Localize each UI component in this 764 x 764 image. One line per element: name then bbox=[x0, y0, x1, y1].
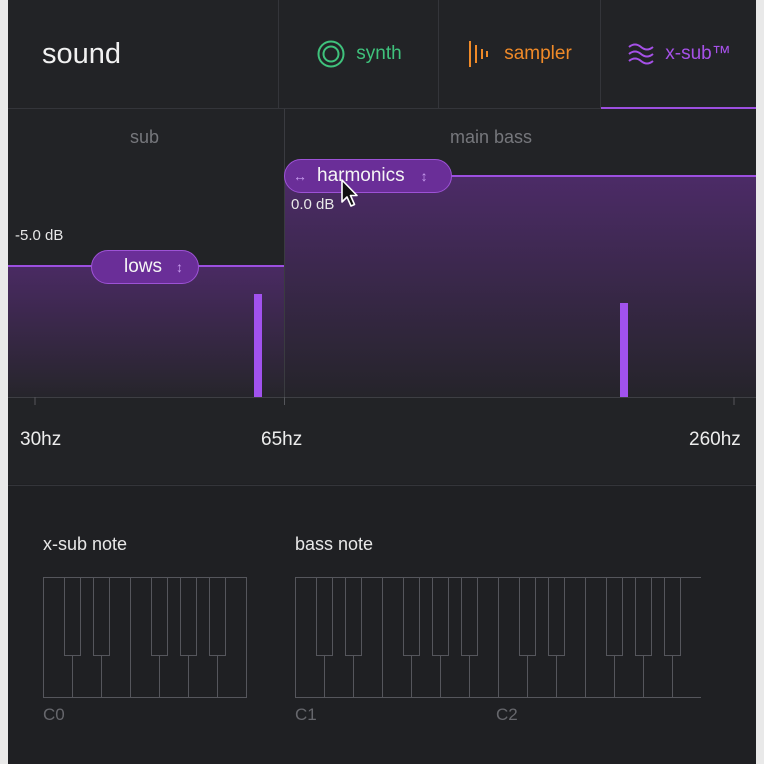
x-sub-note-keyboard[interactable] bbox=[43, 577, 247, 699]
bass-note-title: bass note bbox=[295, 534, 374, 554]
black-key[interactable] bbox=[461, 577, 478, 656]
black-key[interactable] bbox=[403, 577, 420, 656]
octave-label-c0: C0 bbox=[43, 705, 65, 724]
black-key[interactable] bbox=[316, 577, 333, 656]
lows-handle[interactable]: lows ↕ bbox=[91, 250, 199, 284]
mouse-cursor-icon bbox=[341, 179, 358, 207]
frequency-graph: sub main bass -5.0 dB 0.0 dB lows ↕ ↔ ha… bbox=[8, 109, 756, 484]
lows-handle-label: lows bbox=[124, 256, 163, 277]
section-label-main-bass: main bass bbox=[450, 127, 533, 147]
vertical-arrows-icon: ↕ bbox=[420, 168, 428, 184]
keyboard-section: x-sub note bass note C0 C1 C2 bbox=[8, 485, 756, 764]
tab-x-sub[interactable]: x-sub™ bbox=[600, 0, 756, 109]
black-key[interactable] bbox=[209, 577, 226, 656]
freq-label-260hz: 260hz bbox=[689, 429, 741, 450]
octave-label-c1: C1 bbox=[295, 705, 317, 724]
black-key[interactable] bbox=[635, 577, 652, 656]
sub-level-readout: -5.0 dB bbox=[15, 227, 64, 244]
main-level-readout: 0.0 dB bbox=[291, 196, 335, 213]
black-key[interactable] bbox=[151, 577, 168, 656]
tab-synth[interactable]: synth bbox=[278, 0, 439, 108]
x-sub-note-title: x-sub note bbox=[43, 534, 128, 554]
sub-level-fill bbox=[8, 266, 284, 397]
black-key[interactable] bbox=[180, 577, 197, 656]
black-key[interactable] bbox=[345, 577, 362, 656]
bass-note-marker bbox=[620, 303, 628, 397]
tab-synth-label: synth bbox=[356, 43, 402, 64]
black-key[interactable] bbox=[64, 577, 81, 656]
tab-sampler[interactable]: sampler bbox=[438, 0, 601, 108]
freq-label-65hz: 65hz bbox=[261, 429, 303, 450]
bass-note-keyboard[interactable] bbox=[295, 577, 701, 699]
page-title: sound bbox=[42, 38, 122, 70]
ring-icon bbox=[316, 39, 346, 69]
black-key[interactable] bbox=[664, 577, 681, 656]
black-key[interactable] bbox=[548, 577, 565, 656]
black-key[interactable] bbox=[519, 577, 536, 656]
header-bar: sound synth sampler x-sub™ bbox=[8, 0, 756, 109]
black-key[interactable] bbox=[606, 577, 623, 656]
harmonics-handle[interactable]: ↔ harmonics ↕ bbox=[284, 159, 452, 193]
black-key[interactable] bbox=[432, 577, 449, 656]
waveform-bars-icon bbox=[468, 39, 494, 69]
freq-label-30hz: 30hz bbox=[20, 429, 62, 450]
tab-x-sub-label: x-sub™ bbox=[665, 43, 731, 64]
x-sub-panel: sound synth sampler x-sub™ sub main bass… bbox=[8, 0, 756, 764]
section-label-sub: sub bbox=[130, 127, 160, 147]
octave-label-c2: C2 bbox=[496, 705, 518, 724]
vertical-arrows-icon: ↕ bbox=[176, 259, 184, 275]
sub-note-marker bbox=[254, 294, 262, 397]
wave-lines-icon bbox=[627, 40, 655, 68]
horizontal-arrows-icon: ↔ bbox=[293, 168, 307, 184]
tab-sampler-label: sampler bbox=[504, 43, 572, 64]
black-key[interactable] bbox=[93, 577, 110, 656]
